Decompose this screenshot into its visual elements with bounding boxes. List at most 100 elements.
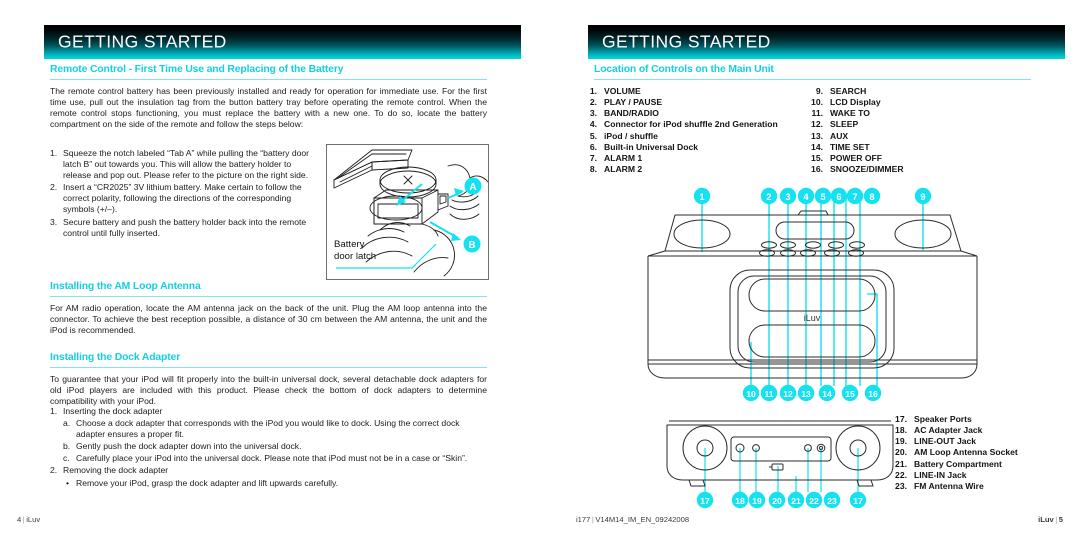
control-label: FM Antenna Wire <box>914 480 984 491</box>
control-number: 15. <box>811 152 823 163</box>
control-item: 1. VOLUME <box>580 86 778 97</box>
control-label: VOLUME <box>604 86 641 96</box>
callout-label: 21 <box>791 496 801 506</box>
control-item: 9. SEARCH <box>806 86 904 97</box>
banner-title-left: GETTING STARTED <box>58 31 227 52</box>
callout-badge: 5 <box>814 187 832 205</box>
control-item: 19. LINE-OUT Jack <box>890 436 1018 447</box>
callout-badge: 14 <box>818 384 836 402</box>
control-number: 2. <box>589 97 597 108</box>
control-item: 13. AUX <box>806 131 904 142</box>
dock-adapter-paragraph: To guarantee that your iPod will fit pro… <box>50 374 487 407</box>
callout-badge: 23 <box>823 491 841 509</box>
figure-caption-line2: door latch <box>334 251 376 262</box>
control-number: 20. <box>895 447 907 458</box>
callout-badge: 3 <box>779 187 797 205</box>
section-heading-location-of-controls: Location of Controls on the Main Unit <box>594 64 774 75</box>
brand-mark-iluv: iLuv <box>804 313 821 323</box>
list-text: Inserting the dock adapter <box>63 406 163 416</box>
control-item: 7. ALARM 1 <box>580 153 778 164</box>
footer-left: 4 | iLuv <box>17 515 40 524</box>
control-item: 12. SLEEP <box>806 119 904 130</box>
section-heading-dock-adapter: Installing the Dock Adapter <box>50 352 181 363</box>
section-heading-remote-control: Remote Control - First Time Use and Repl… <box>50 64 344 75</box>
callout-a-label: A <box>469 182 476 193</box>
control-number: 19. <box>895 436 907 447</box>
control-item: 14. TIME SET <box>806 142 904 153</box>
callout-badge: 11 <box>760 384 778 402</box>
callout-label: 13 <box>801 389 811 399</box>
control-item: 22. LINE-IN Jack <box>890 470 1018 481</box>
controls-list-column-3: 17. Speaker Ports 18. AC Adapter Jack 19. L… <box>890 414 1018 492</box>
banner-left: GETTING STARTED <box>44 25 521 59</box>
remote-control-steps: 1. Squeeze the notch labeled “Tab A” whi… <box>50 148 318 240</box>
control-number: 10. <box>811 97 823 108</box>
callout-badge: 13 <box>797 384 815 402</box>
callout-badge: 9 <box>914 187 932 205</box>
callout-label: 19 <box>752 496 762 506</box>
control-label: TIME SET <box>830 141 870 152</box>
control-label: LINE-IN Jack <box>914 469 967 480</box>
control-label: SEARCH <box>830 86 867 96</box>
section-rule-right-1 <box>594 79 1031 80</box>
callout-label: 9 <box>920 191 925 202</box>
section-rule-1 <box>50 79 487 80</box>
callout-badge: 4 <box>797 187 815 205</box>
list-text: Carefully place your iPod into the unive… <box>76 453 468 464</box>
list-marker: 3. <box>50 216 58 227</box>
callout-label: 5 <box>820 191 825 202</box>
dock-slot-lower <box>748 324 876 358</box>
controls-list-column-2: 9. SEARCH 10. LCD Display 11. WAKE TO 12. SL… <box>806 86 904 175</box>
dock-adapter-steps: 1. Inserting the dock adapter a. Choose … <box>50 406 487 490</box>
control-number: 1. <box>589 86 597 96</box>
control-number: 14. <box>811 141 823 152</box>
footer-right-brand: iLuv | 5 <box>1038 515 1063 524</box>
list-item: 2. Removing the dock adapter <box>50 465 487 476</box>
list-marker: b. <box>63 441 71 452</box>
list-text: Remove your iPod, grasp the dock adapter… <box>76 477 339 488</box>
control-number: 12. <box>811 119 823 130</box>
list-item: • Remove your iPod, grasp the dock adapt… <box>63 478 487 489</box>
control-item: 15. POWER OFF <box>806 153 904 164</box>
footer-page-number: 5 <box>1058 515 1063 524</box>
control-item: 20. AM Loop Antenna Socket <box>890 447 1018 458</box>
callout-badge: 6 <box>830 187 848 205</box>
control-label: SNOOZE/DIMMER <box>830 163 904 174</box>
control-label: AUX <box>830 130 849 141</box>
callout-label: 17 <box>700 496 710 506</box>
callout-badge: 21 <box>787 491 805 509</box>
control-label: LINE-OUT Jack <box>914 436 977 447</box>
callout-label: 18 <box>735 496 745 506</box>
main-unit-rear-view: 17 18 19 20 21 22 23 17 <box>665 410 895 515</box>
control-label: ALARM 1 <box>604 152 643 163</box>
control-item: 3. BAND/RADIO <box>580 108 778 119</box>
callout-label: 12 <box>783 389 793 399</box>
control-label: Built-in Universal Dock <box>604 141 699 152</box>
section-rule-2 <box>50 296 487 297</box>
callout-badge: 20 <box>768 491 786 509</box>
figure-caption-line1: Battery <box>334 239 365 250</box>
control-number: 17. <box>895 414 907 424</box>
banner-title-right: GETTING STARTED <box>602 31 771 52</box>
control-number: 9. <box>815 86 823 96</box>
rear-view-callouts: 17 18 19 20 21 22 23 17 <box>696 491 867 509</box>
list-item: a. Choose a dock adapter that correspond… <box>63 418 487 440</box>
list-marker: a. <box>63 418 71 429</box>
control-number: 21. <box>895 458 907 469</box>
front-view-callouts-top: 1 2 3 4 5 6 7 8 9 <box>693 187 932 205</box>
control-item: 18. AC Adapter Jack <box>890 425 1018 436</box>
dock-adapter-removal-bullet: • Remove your iPod, grasp the dock adapt… <box>63 478 487 489</box>
callout-label: 20 <box>772 496 782 506</box>
control-item: 4. Connector for iPod shuffle 2nd Generat… <box>580 119 778 130</box>
remote-battery-illustration: A B Battery door latch <box>326 144 489 280</box>
control-number: 4. <box>589 119 597 130</box>
control-label: Speaker Ports <box>914 414 972 424</box>
callout-b-label: B <box>468 240 475 251</box>
list-marker: 1. <box>50 406 58 416</box>
remote-battery-illustration-svg: A B Battery door latch <box>326 144 489 280</box>
list-item: b. Gently push the dock adapter down int… <box>63 441 487 452</box>
list-marker: 2. <box>50 465 58 476</box>
callout-label: 15 <box>845 389 855 399</box>
control-item: 11. WAKE TO <box>806 108 904 119</box>
callout-badge: 8 <box>863 187 881 205</box>
